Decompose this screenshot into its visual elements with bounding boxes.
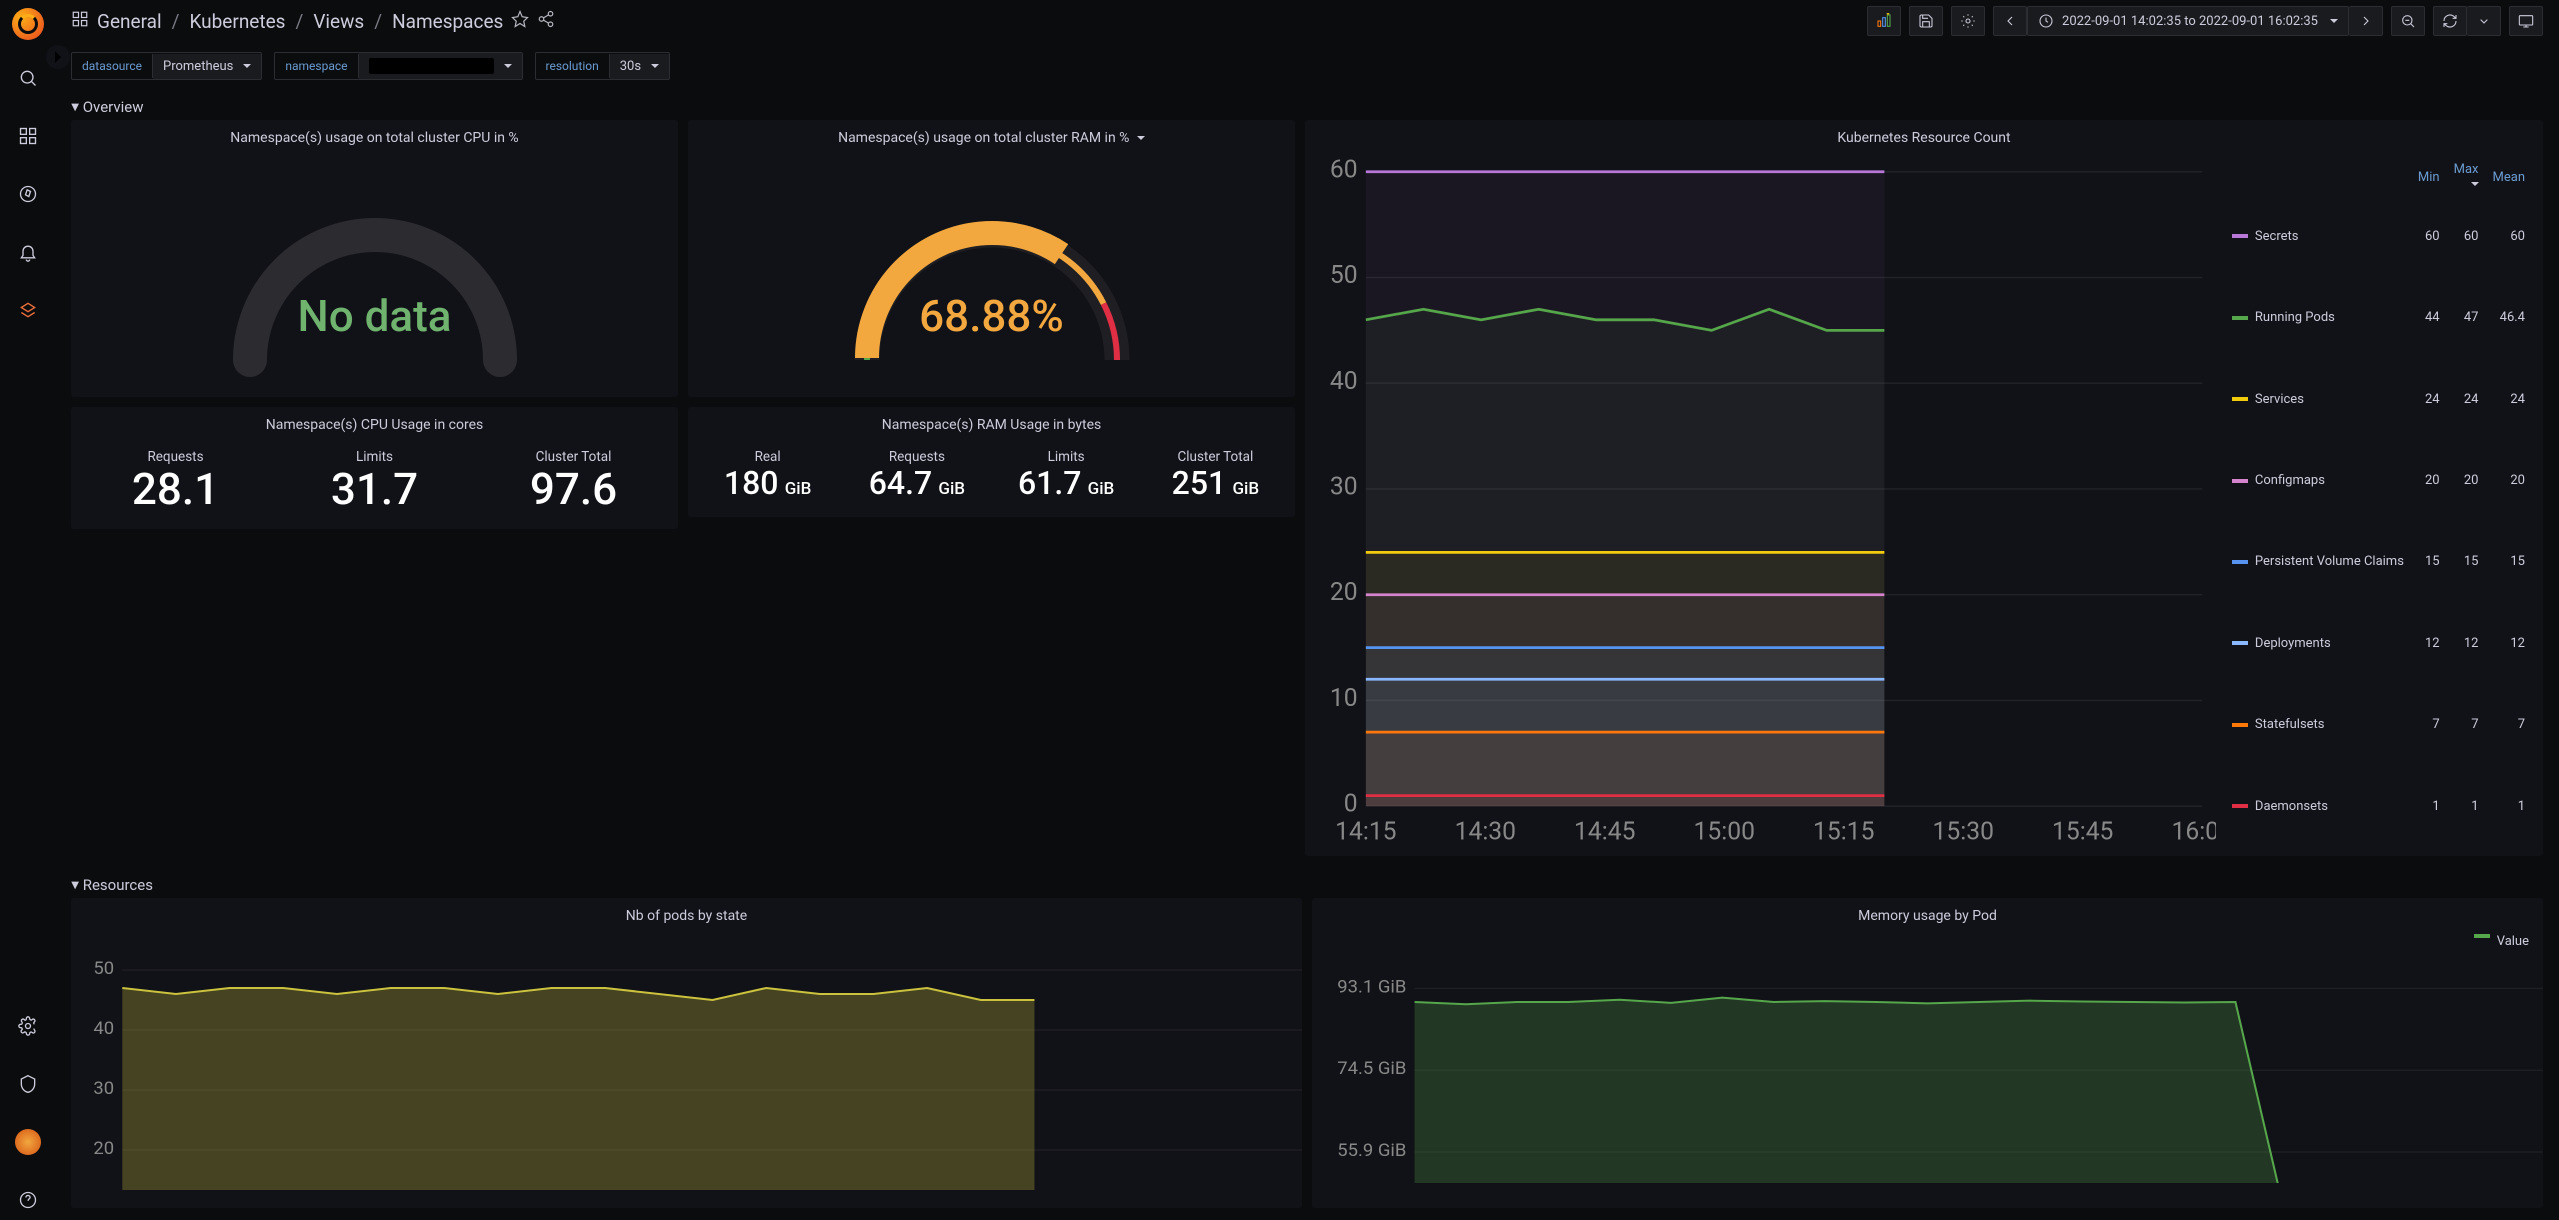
svg-text:50: 50 [93, 958, 114, 979]
search-icon[interactable] [8, 58, 48, 98]
profile-avatar[interactable] [8, 1122, 48, 1162]
breadcrumb-item[interactable]: General [97, 10, 162, 33]
svg-text:15:45: 15:45 [2052, 818, 2113, 847]
mem-legend: Value [1312, 930, 2543, 953]
breadcrumb-item[interactable]: Namespaces [392, 10, 503, 33]
resource-count-chart: 0 10 20 30 40 50 60 14:15 14:30 14:45 15:00 15:15 15… [1311, 158, 2216, 848]
svg-text:20: 20 [1330, 579, 1358, 608]
resource-count-legend: MinMaxMean Secrets606060Running Pods4447… [2224, 158, 2533, 848]
svg-text:14:45: 14:45 [1574, 818, 1635, 847]
panel-ram-bytes[interactable]: Namespace(s) RAM Usage in bytes Real180 … [688, 407, 1295, 517]
time-back-button[interactable] [1993, 6, 2027, 36]
admin-icon[interactable] [8, 1064, 48, 1104]
star-icon[interactable] [511, 10, 529, 32]
svg-text:14:15: 14:15 [1335, 818, 1396, 847]
alerting-icon[interactable] [8, 232, 48, 272]
svg-text:30: 30 [93, 1078, 114, 1099]
svg-text:15:00: 15:00 [1694, 818, 1755, 847]
explore-icon[interactable] [8, 174, 48, 214]
svg-text:55.9 GiB: 55.9 GiB [1337, 1140, 1406, 1161]
time-forward-button[interactable] [2349, 6, 2383, 36]
refresh-interval-button[interactable] [2467, 6, 2501, 36]
var-resolution[interactable]: resolution 30s [535, 52, 671, 80]
breadcrumb: General/ Kubernetes/ Views/ Namespaces [97, 10, 503, 33]
svg-text:15:15: 15:15 [1813, 818, 1874, 847]
svg-text:74.5 GiB: 74.5 GiB [1337, 1058, 1406, 1079]
svg-text:30: 30 [1330, 473, 1358, 502]
settings-button[interactable] [1951, 6, 1985, 36]
svg-text:93.1 GiB: 93.1 GiB [1337, 977, 1406, 998]
help-icon[interactable] [8, 1180, 48, 1220]
pods-state-chart: 20 30 40 50 [71, 930, 1302, 1190]
plugins-icon[interactable] [8, 290, 48, 330]
svg-text:16:00: 16:00 [2171, 818, 2215, 847]
panel-cpu-cores[interactable]: Namespace(s) CPU Usage in cores Requests… [71, 407, 678, 529]
svg-text:15:30: 15:30 [1933, 818, 1994, 847]
gauge-value: No data [298, 290, 452, 342]
time-range-picker[interactable]: 2022-09-01 14:02:35 to 2022-09-01 16:02:… [2027, 6, 2349, 36]
svg-text:50: 50 [1330, 261, 1358, 290]
gauge-value: 68.88% [919, 290, 1064, 342]
panel-pods-state[interactable]: Nb of pods by state 20304050 [71, 898, 1302, 1208]
gauge-ram [817, 170, 1167, 380]
svg-text:40: 40 [1330, 367, 1358, 396]
variable-bar: datasource Prometheus namespace resoluti… [55, 42, 2559, 90]
zoom-out-button[interactable] [2391, 6, 2425, 36]
gauge-empty [200, 170, 550, 380]
mem-by-pod-chart: 55.9 GiB 74.5 GiB 93.1 GiB [1312, 953, 2543, 1183]
dashboard-icon [71, 10, 89, 32]
svg-text:60: 60 [1330, 158, 1358, 184]
panel-ram-gauge[interactable]: Namespace(s) usage on total cluster RAM … [688, 120, 1295, 397]
grafana-logo[interactable] [12, 8, 44, 40]
svg-text:14:30: 14:30 [1455, 818, 1516, 847]
time-range-text: 2022-09-01 14:02:35 to 2022-09-01 16:02:… [2062, 14, 2318, 29]
svg-text:40: 40 [93, 1018, 114, 1039]
save-button[interactable] [1909, 6, 1943, 36]
redacted-value [369, 58, 494, 74]
refresh-button[interactable] [2433, 6, 2467, 36]
dashboards-icon[interactable] [8, 116, 48, 156]
topbar: General/ Kubernetes/ Views/ Namespaces 2… [55, 0, 2559, 42]
svg-text:0: 0 [1344, 790, 1358, 819]
configuration-icon[interactable] [8, 1006, 48, 1046]
var-datasource[interactable]: datasource Prometheus [71, 52, 262, 80]
row-resources-header[interactable]: ▶Resources [55, 868, 2559, 898]
breadcrumb-item[interactable]: Views [313, 10, 364, 33]
add-panel-button[interactable] [1867, 6, 1901, 36]
main: General/ Kubernetes/ Views/ Namespaces 2… [55, 0, 2559, 1220]
svg-text:20: 20 [93, 1138, 114, 1159]
sidenav [0, 0, 55, 1220]
panel-mem-by-pod[interactable]: Memory usage by Pod Value 55.9 GiB74.5 G… [1312, 898, 2543, 1208]
panel-cpu-gauge[interactable]: Namespace(s) usage on total cluster CPU … [71, 120, 678, 397]
panel-resource-count[interactable]: Kubernetes Resource Count 01020304050601… [1305, 120, 2543, 856]
var-namespace[interactable]: namespace [274, 52, 522, 80]
breadcrumb-item[interactable]: Kubernetes [189, 10, 285, 33]
view-mode-button[interactable] [2509, 6, 2543, 36]
share-icon[interactable] [537, 10, 555, 32]
expand-sidenav-button[interactable] [46, 45, 70, 69]
svg-text:10: 10 [1330, 684, 1358, 713]
row-overview-header[interactable]: ▶Overview [55, 90, 2559, 120]
